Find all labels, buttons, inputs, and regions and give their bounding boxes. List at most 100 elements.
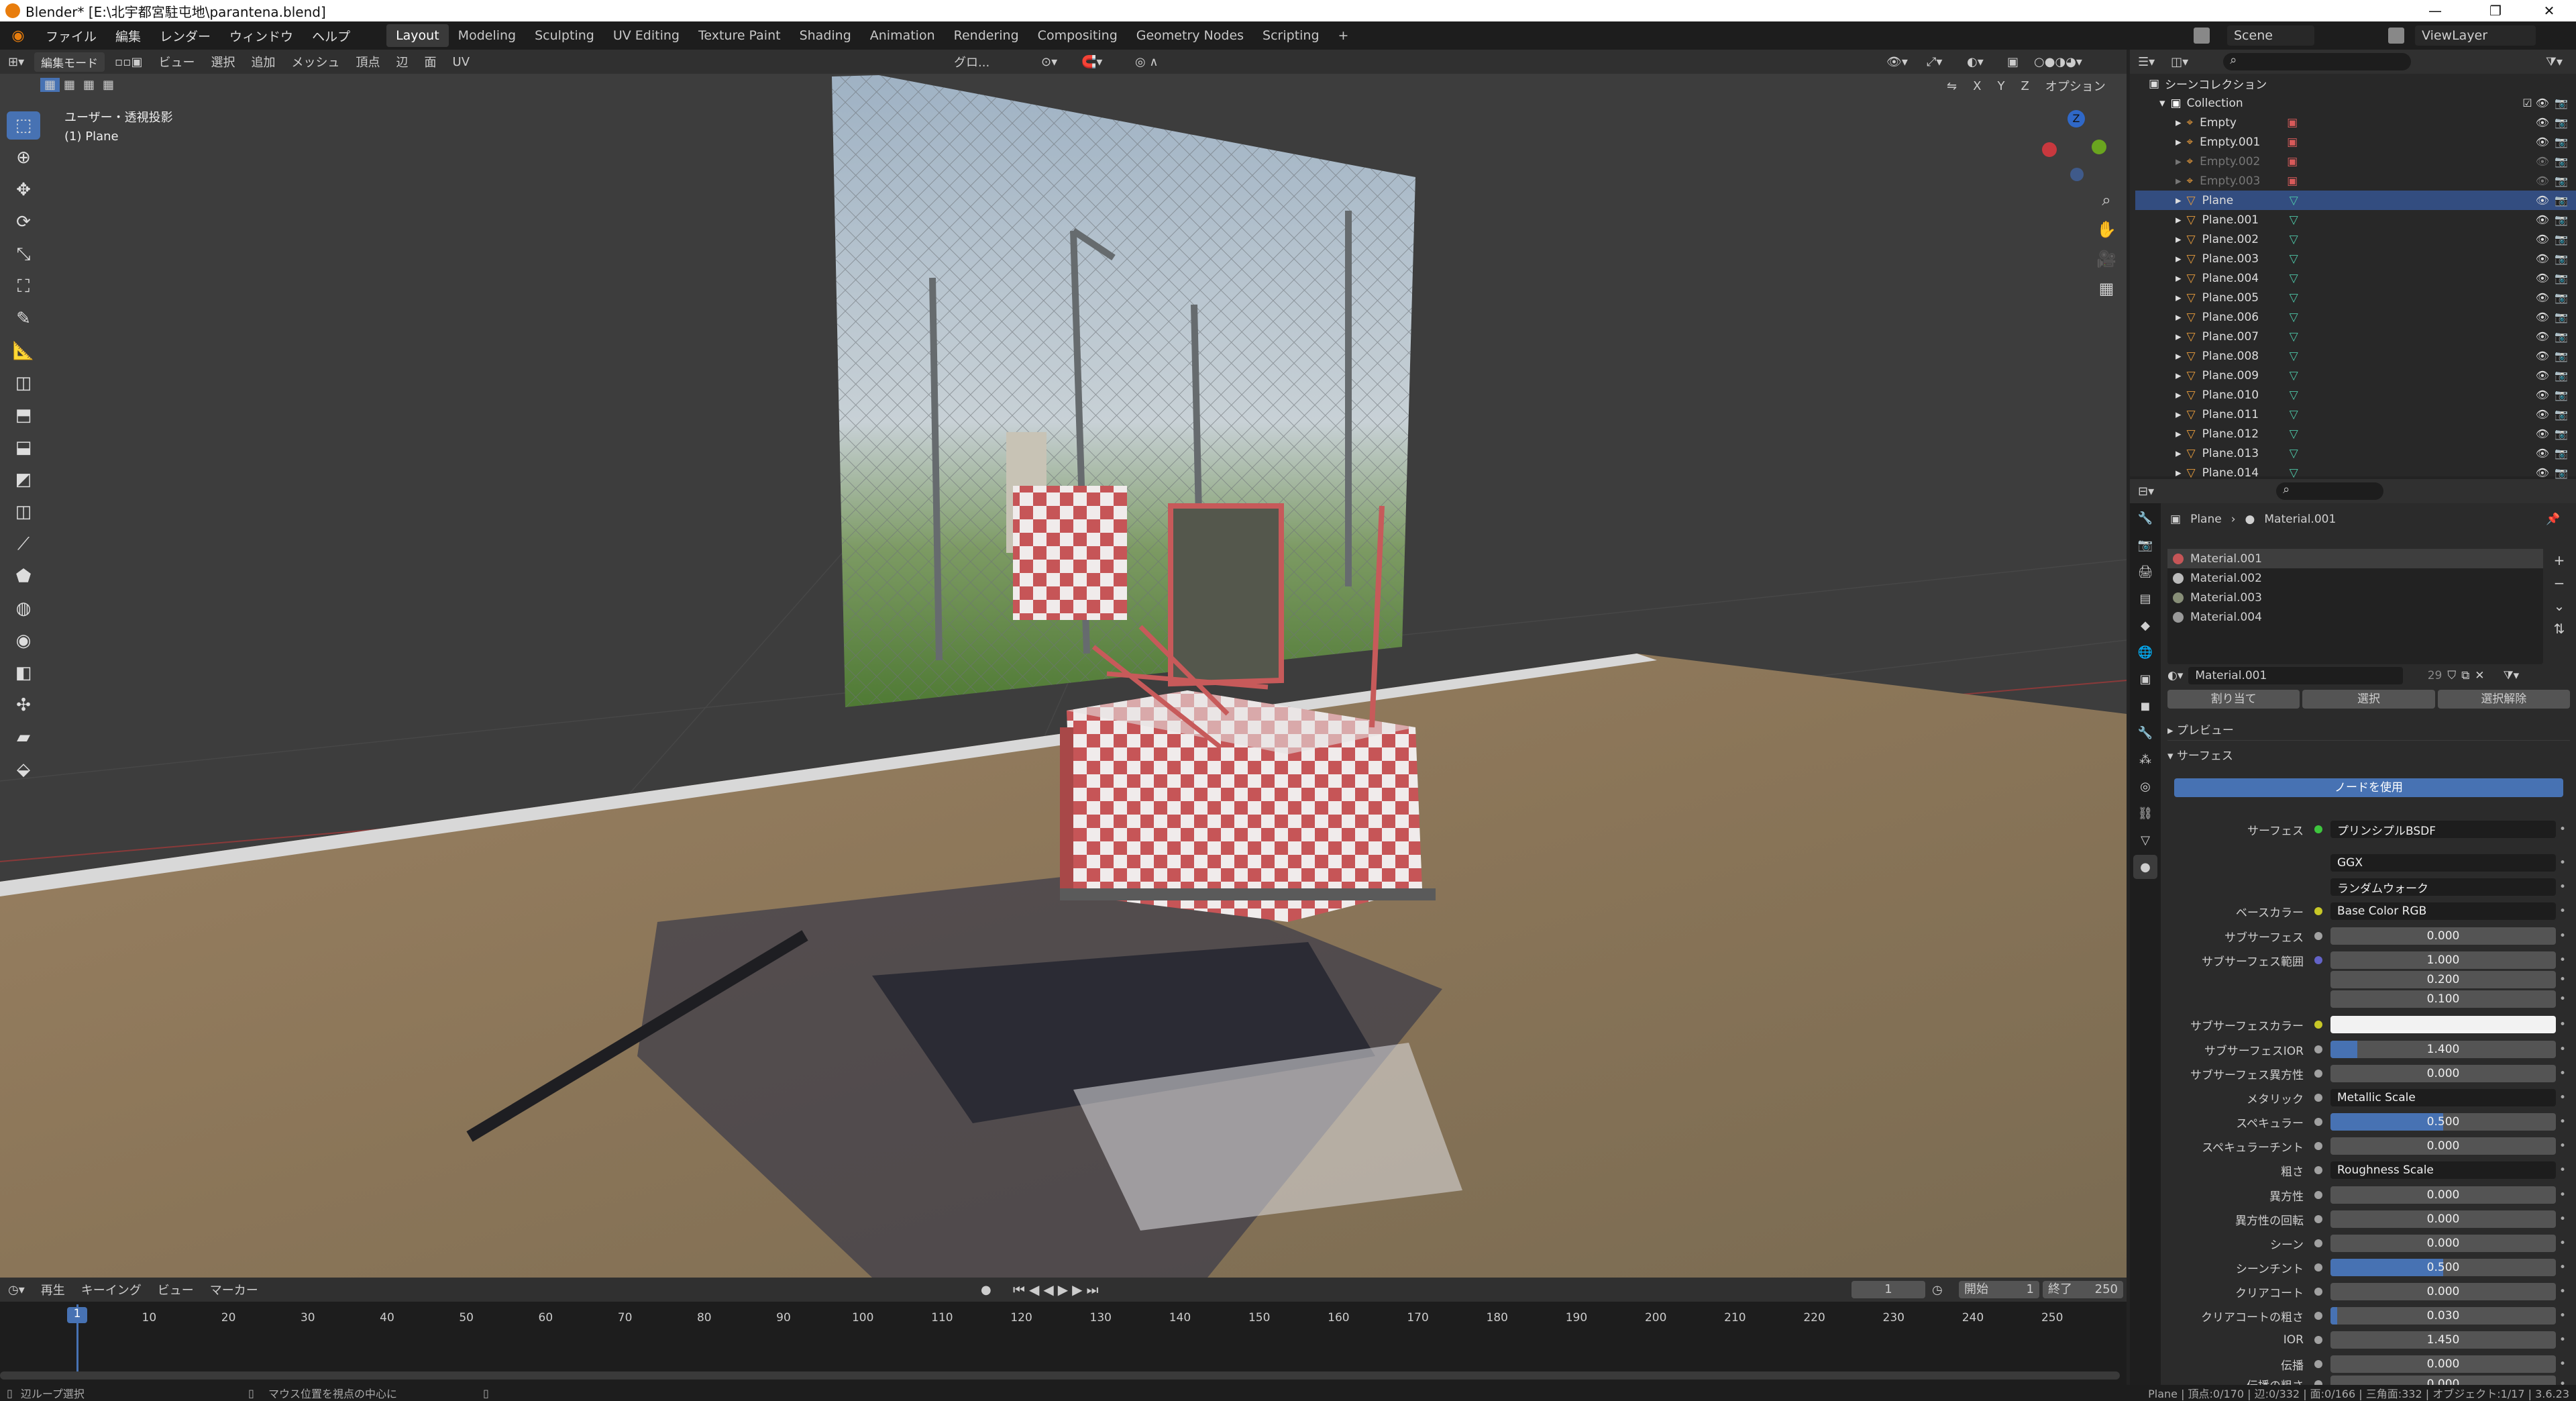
property-slider[interactable]: 0.000: [2330, 1355, 2556, 1373]
socket-grey-icon[interactable]: [2314, 1142, 2322, 1150]
constraint-tab-icon[interactable]: ⛓: [2133, 801, 2157, 825]
output-tab-icon[interactable]: 🖨: [2133, 560, 2157, 584]
outliner-item[interactable]: ▸ ▽ Plane.007 ▽ 👁 📷: [2135, 327, 2576, 346]
expand-icon[interactable]: ▸: [2176, 408, 2182, 421]
socket-grey-icon[interactable]: [2314, 1118, 2322, 1126]
constraint-icon[interactable]: ▣: [2287, 116, 2298, 129]
proportional-edit-icon[interactable]: ◎ ∧: [1127, 55, 1167, 69]
socket-yellow-icon[interactable]: [2314, 1021, 2322, 1029]
eye-icon[interactable]: 👁: [2536, 330, 2549, 343]
mode-selector[interactable]: 編集モード: [34, 52, 105, 72]
extrude-tool-icon[interactable]: ⬒: [7, 401, 40, 429]
rip-tool-icon[interactable]: ⬙: [7, 756, 40, 784]
menu-file[interactable]: ファイル: [36, 27, 106, 45]
keyframe-dot-icon[interactable]: •: [2556, 929, 2569, 943]
keyframe-dot-icon[interactable]: •: [2556, 1139, 2569, 1153]
snap-icon[interactable]: 🧲▾: [1073, 55, 1110, 69]
expand-icon[interactable]: ▸: [2176, 388, 2182, 402]
camera-render-icon[interactable]: 📷: [2555, 116, 2568, 129]
keyframe-dot-icon[interactable]: •: [2556, 1333, 2569, 1347]
keyframe-dot-icon[interactable]: •: [2556, 1043, 2569, 1056]
expand-icon[interactable]: ▸: [2176, 350, 2182, 363]
move-tool-icon[interactable]: ✥: [7, 176, 40, 204]
select-box-mode[interactable]: ▦ ▦ ▦ ▦: [40, 75, 118, 94]
tab-geometry-nodes[interactable]: Geometry Nodes: [1127, 24, 1253, 47]
socket-grey-icon[interactable]: [2314, 1166, 2322, 1174]
smooth-tool-icon[interactable]: ◉: [7, 627, 40, 655]
slot-menu-icon[interactable]: ⌄: [2549, 594, 2569, 617]
outliner-item[interactable]: ▸ ▽ Plane.009 ▽ 👁 📷: [2135, 366, 2576, 385]
keyframe-dot-icon[interactable]: •: [2556, 1309, 2569, 1322]
eye-icon[interactable]: 👁: [2536, 408, 2549, 421]
property-slider[interactable]: 0.500: [2330, 1259, 2556, 1276]
tab-compositing[interactable]: Compositing: [1028, 24, 1127, 47]
expand-icon[interactable]: ▸: [2176, 213, 2182, 227]
shading-modes-icon[interactable]: ○●◑◕▾: [2026, 55, 2090, 69]
mesh-data-icon[interactable]: ▽: [2290, 408, 2298, 421]
outliner-item[interactable]: ▸ ⌖ Empty.003 ▣ 👁 📷: [2135, 171, 2576, 191]
outliner-item[interactable]: ▸ ⌖ Empty ▣ 👁 📷: [2135, 113, 2576, 132]
expand-icon[interactable]: ▸: [2176, 252, 2182, 266]
collection-tab-icon[interactable]: ▣: [2133, 667, 2157, 691]
outliner-item[interactable]: ▸ ▽ Plane.012 ▽ 👁 📷: [2135, 424, 2576, 444]
render-tab-icon[interactable]: 📷: [2133, 533, 2157, 557]
camera-render-icon[interactable]: 📷: [2555, 194, 2568, 207]
mesh-data-icon[interactable]: ▽: [2290, 252, 2298, 266]
outliner-editor-icon[interactable]: ☰▾: [2130, 55, 2163, 69]
tab-shading[interactable]: Shading: [790, 24, 861, 47]
mesh-data-icon[interactable]: ▽: [2290, 427, 2298, 441]
move-slot-icon[interactable]: ⇅: [2549, 617, 2569, 640]
expand-icon[interactable]: ▸: [2176, 155, 2182, 168]
node-filter-icon[interactable]: ⧩▾: [2504, 669, 2520, 682]
material-slot[interactable]: Material.001: [2167, 549, 2543, 568]
camera-render-icon[interactable]: 📷: [2555, 350, 2568, 362]
tab-modeling[interactable]: Modeling: [449, 24, 525, 47]
socket-grey-icon[interactable]: [2314, 1094, 2322, 1102]
socket-grey-icon[interactable]: [2314, 1263, 2322, 1272]
perspective-grid-icon[interactable]: ▦: [2093, 279, 2120, 309]
annotate-tool-icon[interactable]: ✎: [7, 305, 40, 333]
gizmo-x-axis[interactable]: [2042, 142, 2057, 157]
surface-panel[interactable]: ▾ サーフェス: [2167, 746, 2570, 766]
checkbox-icon[interactable]: ☑ 👁: [2522, 97, 2549, 109]
menu-help[interactable]: ヘルプ: [303, 27, 360, 45]
keyframe-dot-icon[interactable]: •: [2556, 1163, 2569, 1177]
camera-render-icon[interactable]: 📷: [2555, 252, 2568, 265]
expand-icon[interactable]: ▸: [2176, 311, 2182, 324]
camera-icon[interactable]: 🎥: [2093, 250, 2120, 279]
property-slider[interactable]: 0.000: [2330, 1210, 2556, 1228]
vertex-menu[interactable]: 頂点: [348, 53, 388, 70]
mirror-icon[interactable]: ⇋: [1939, 79, 1965, 93]
camera-render-icon[interactable]: 📷: [2555, 311, 2568, 323]
socket-grey-icon[interactable]: [2314, 1239, 2322, 1247]
outliner-search-input[interactable]: ⌕: [2223, 53, 2412, 70]
select-extend-icon[interactable]: ▦: [60, 78, 79, 92]
add-slot-icon[interactable]: +: [2549, 549, 2569, 572]
overlay-icon[interactable]: ◐▾: [1959, 55, 1992, 69]
eye-icon[interactable]: 👁: [2536, 311, 2549, 323]
keyframe-dot-icon[interactable]: •: [2556, 1285, 2569, 1298]
collection-row[interactable]: ▾ ▣ Collection ☑ 👁 📷: [2135, 93, 2576, 113]
keyframe-dot-icon[interactable]: •: [2556, 1237, 2569, 1250]
xray-icon[interactable]: ▣: [1999, 55, 2027, 69]
expand-icon[interactable]: ▸: [2176, 466, 2182, 480]
menu-window[interactable]: ウィンドウ: [220, 27, 303, 45]
property-slider[interactable]: 1.000: [2330, 951, 2556, 969]
property-slider[interactable]: 0.000: [2330, 1283, 2556, 1300]
fake-user-icon[interactable]: ⛉: [2447, 669, 2456, 682]
select-box-tool-icon[interactable]: ⬚: [7, 111, 40, 140]
eye-icon[interactable]: 👁: [2536, 447, 2549, 460]
outliner-item[interactable]: ▸ ▽ Plane.010 ▽ 👁 📷: [2135, 385, 2576, 405]
editor-type-icon[interactable]: ⊞▾: [0, 55, 32, 69]
view-layer-tab-icon[interactable]: ▤: [2133, 586, 2157, 611]
object-tab-icon[interactable]: ◼: [2133, 694, 2157, 718]
properties-editor-icon[interactable]: ⊟▾: [2130, 484, 2162, 499]
mesh-data-icon[interactable]: ▽: [2290, 466, 2298, 480]
mesh-data-icon[interactable]: ▽: [2290, 388, 2298, 402]
eye-icon[interactable]: 👁: [2536, 350, 2549, 362]
eye-icon[interactable]: 👁: [2536, 155, 2549, 168]
property-link-field[interactable]: Roughness Scale: [2330, 1161, 2556, 1179]
outliner-item[interactable]: ▸ ▽ Plane.001 ▽ 👁 📷: [2135, 210, 2576, 229]
visibility-icon[interactable]: 👁▾: [1878, 55, 1916, 69]
socket-grey-icon[interactable]: [2314, 1360, 2322, 1368]
